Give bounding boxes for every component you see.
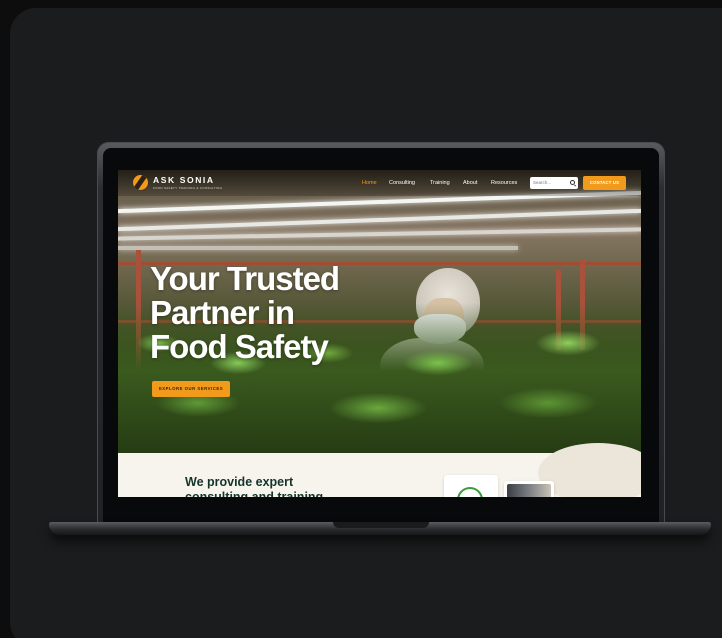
hero-title-line: Your Trusted xyxy=(150,260,340,297)
search-icon[interactable] xyxy=(570,180,575,185)
hero-title: Your Trusted Partner in Food Safety xyxy=(150,262,390,364)
hero-title-line: Food Safety xyxy=(150,328,329,365)
logo-tagline: FOOD SAFETY TRAINING & CONSULTING xyxy=(153,186,223,190)
nav-item-training[interactable]: Training xyxy=(430,180,450,186)
laptop-notch xyxy=(333,522,429,528)
photo-card xyxy=(504,481,554,497)
nav-item-home[interactable]: Home xyxy=(362,180,377,186)
logo-text[interactable]: ASK SONIA xyxy=(153,175,215,185)
grow-light xyxy=(118,208,641,232)
hero-title-line: Partner in xyxy=(150,294,295,331)
grow-light xyxy=(118,246,518,250)
nav-item-consulting[interactable]: Consulting xyxy=(389,180,415,186)
logo-leaf-icon[interactable] xyxy=(133,175,148,190)
search-placeholder: Search... xyxy=(533,180,552,185)
services-intro-section: We provide expert consulting and trainin… xyxy=(118,443,641,497)
grow-light xyxy=(118,227,641,241)
hero-section: ASK SONIA FOOD SAFETY TRAINING & CONSULT… xyxy=(118,170,641,453)
contact-us-button[interactable]: CONTACT US xyxy=(583,176,626,190)
top-nav: ASK SONIA FOOD SAFETY TRAINING & CONSULT… xyxy=(118,170,641,196)
photo-thumbnail xyxy=(507,484,551,497)
nav-item-about[interactable]: About xyxy=(463,180,477,186)
section-title: We provide expert consulting and trainin… xyxy=(185,475,324,497)
search-input[interactable]: Search... xyxy=(530,177,578,189)
certification-card xyxy=(444,475,498,497)
explore-services-button[interactable]: EXPLORE OUR SERVICES xyxy=(152,381,230,397)
laptop-screen: ASK SONIA FOOD SAFETY TRAINING & CONSULT… xyxy=(118,170,641,497)
nav-item-resources[interactable]: Resources xyxy=(491,180,517,186)
certification-badge-icon xyxy=(457,487,483,497)
